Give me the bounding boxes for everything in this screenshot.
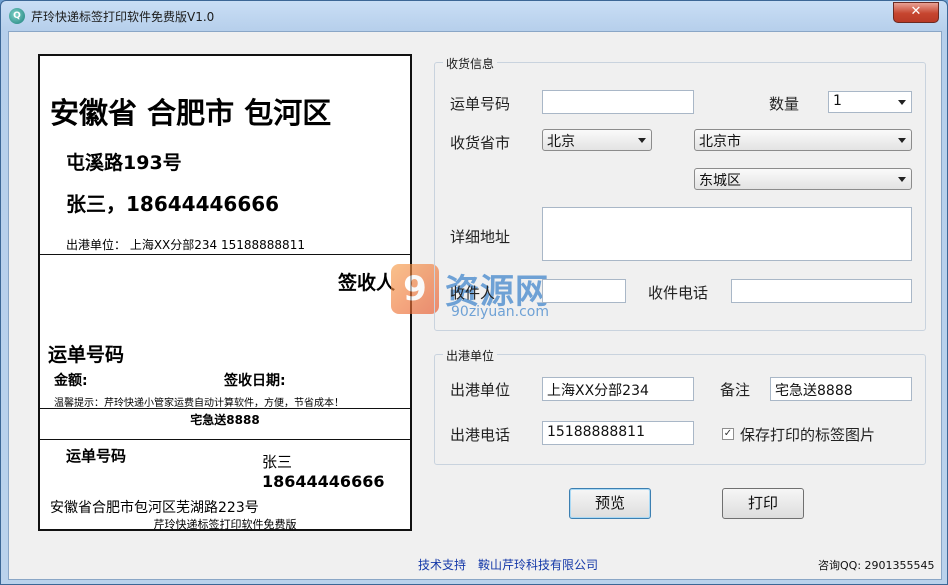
close-button[interactable]: ✕: [893, 2, 939, 23]
receiver-group-title: 收货信息: [443, 55, 498, 72]
sender-phone-input[interactable]: 15188888811: [542, 421, 694, 445]
waybill-input[interactable]: [542, 90, 694, 114]
waybill-label: 运单号码: [450, 95, 511, 113]
label-big-address: 安徽省 合肥市 包河区: [50, 96, 332, 130]
sender-group-title: 出港单位: [443, 347, 498, 364]
recipient-phone-input[interactable]: [731, 279, 912, 303]
label-note: 宅急送8888: [190, 413, 260, 427]
remark-label: 备注: [720, 381, 751, 399]
label-footer: 芹玲快递标签打印软件免费版: [153, 518, 297, 531]
client-area: 安徽省 合肥市 包河区 屯溪路193号 张三，18644446666 出港单位：…: [8, 31, 942, 580]
label-sign-date: 签收日期:: [224, 373, 286, 389]
sender-unit-label: 出港单位: [450, 381, 511, 399]
label-divider: [40, 439, 410, 440]
save-image-checkbox[interactable]: ✓: [722, 428, 734, 440]
label-waybill-title: 运单号码: [48, 344, 125, 366]
remark-input[interactable]: 宅急送8888: [770, 377, 912, 401]
preview-button[interactable]: 预览: [569, 488, 651, 519]
label-stub-waybill: 运单号码: [66, 447, 127, 465]
chevron-down-icon: [898, 100, 906, 105]
district-value: 东城区: [699, 173, 741, 189]
sender-unit-input[interactable]: 上海XX分部234: [542, 377, 694, 401]
quantity-select[interactable]: 1: [828, 91, 912, 113]
label-stub-phone: 18644446666: [262, 472, 385, 491]
quantity-value: 1: [833, 93, 842, 109]
city-select[interactable]: 北京市: [694, 129, 912, 151]
recipient-phone-label: 收件电话: [648, 284, 709, 302]
sender-phone-label: 出港电话: [450, 426, 511, 444]
print-button[interactable]: 打印: [722, 488, 804, 519]
support-link[interactable]: 技术支持: [418, 556, 466, 573]
qq-contact: 咨询QQ: 2901355545: [818, 559, 935, 572]
sender-group: 出港单位: [434, 347, 926, 465]
recipient-input[interactable]: [542, 279, 626, 303]
address-textarea[interactable]: [542, 207, 912, 261]
title-bar: Q 芹玲快递标签打印软件免费版V1.0 ✕: [1, 1, 947, 31]
label-street: 屯溪路193号: [66, 152, 182, 174]
label-divider: [40, 408, 410, 409]
recipient-label: 收件人: [450, 284, 496, 302]
label-signer: 签收人: [338, 272, 396, 294]
address-label: 详细地址: [450, 228, 511, 246]
city-value: 北京市: [699, 134, 741, 150]
label-stub-address: 安徽省合肥市包河区芜湖路223号: [50, 500, 259, 516]
window-title: 芹玲快递标签打印软件免费版V1.0: [31, 10, 215, 24]
quantity-label: 数量: [769, 95, 800, 113]
district-select[interactable]: 东城区: [694, 168, 912, 190]
label-name-phone: 张三，18644446666: [66, 192, 280, 216]
chevron-down-icon: [898, 138, 906, 143]
chevron-down-icon: [898, 177, 906, 182]
save-image-label[interactable]: 保存打印的标签图片: [740, 424, 875, 445]
company-link[interactable]: 鞍山芹玲科技有限公司: [478, 556, 598, 573]
label-stub-name: 张三: [262, 453, 293, 471]
chevron-down-icon: [638, 138, 646, 143]
label-sender-line: 出港单位： 上海XX分部234 15188888811: [66, 238, 305, 252]
province-city-label: 收货省市: [450, 134, 511, 152]
province-select[interactable]: 北京: [542, 129, 652, 151]
label-preview: 安徽省 合肥市 包河区 屯溪路193号 张三，18644446666 出港单位：…: [38, 54, 412, 531]
province-value: 北京: [547, 134, 575, 150]
app-window: Q 芹玲快递标签打印软件免费版V1.0 ✕ 安徽省 合肥市 包河区 屯溪路193…: [0, 0, 948, 585]
label-amount: 金额:: [54, 373, 88, 389]
label-divider: [40, 254, 410, 255]
app-logo-icon: Q: [9, 8, 25, 24]
label-tip: 温馨提示：芹玲快递小管家运费自动计算软件，方便，节省成本！: [54, 398, 344, 409]
watermark-mark: 9: [391, 264, 439, 314]
